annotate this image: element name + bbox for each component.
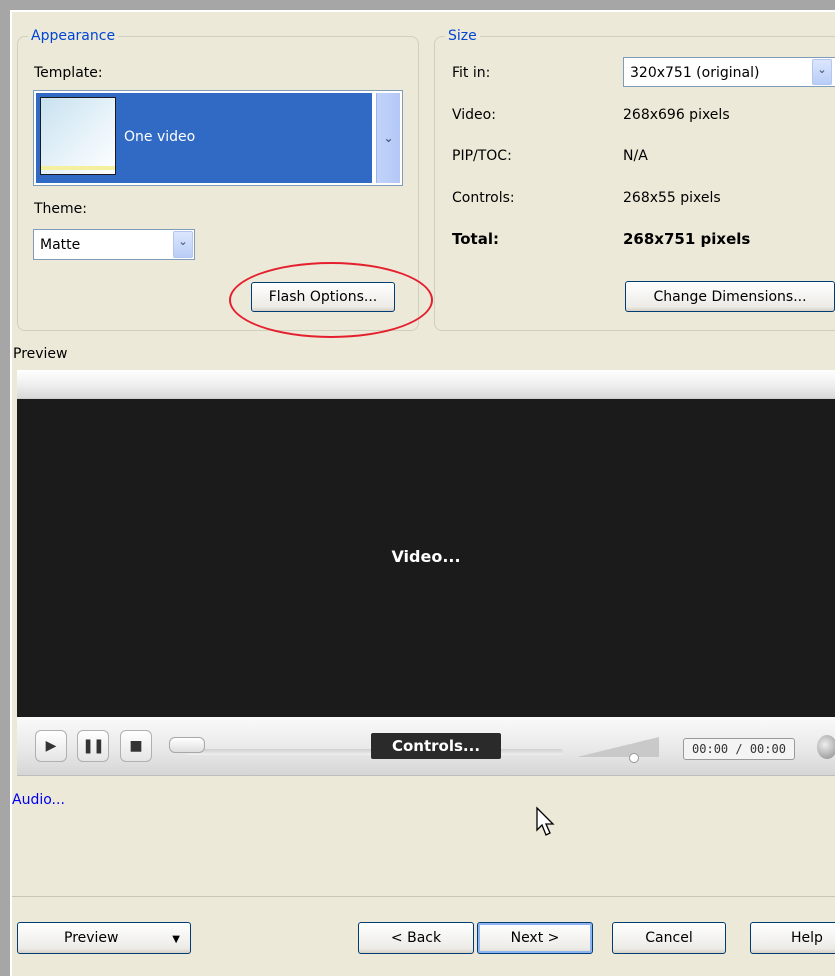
window-frame-left — [0, 0, 10, 976]
video-label: Video: — [452, 107, 496, 123]
chevron-down-icon: ⌄ — [817, 63, 827, 76]
theme-select-value: Matte — [40, 237, 81, 253]
stop-icon: ■ — [129, 738, 143, 754]
pip-toc-value: N/A — [623, 148, 648, 164]
mouse-pointer-icon — [536, 806, 555, 836]
dropdown-arrow-icon: ▼ — [172, 934, 180, 945]
video-value: 268x696 pixels — [623, 107, 730, 123]
cancel-button[interactable]: Cancel — [612, 922, 726, 954]
window-frame-left-highlight — [10, 10, 12, 976]
fit-in-label: Fit in: — [452, 65, 491, 81]
template-selected-item[interactable]: One video — [36, 93, 372, 183]
theme-select[interactable]: Matte ⌄ — [33, 229, 195, 260]
footer-separator — [12, 896, 835, 897]
template-listbox[interactable]: One video ⌄ — [33, 90, 403, 186]
stop-button[interactable]: ■ — [120, 730, 152, 762]
pip-toc-label: PIP/TOC: — [452, 148, 512, 164]
appearance-legend: Appearance — [28, 27, 119, 45]
size-legend: Size — [445, 27, 480, 45]
play-button[interactable]: ▶ — [35, 730, 67, 762]
theme-dropdown-button[interactable]: ⌄ — [173, 231, 193, 258]
controls-label: Controls: — [452, 190, 515, 206]
window-frame-top-highlight — [10, 10, 835, 12]
template-label: Template: — [34, 65, 103, 81]
highlight-annotation-circle — [229, 262, 433, 338]
controls-value: 268x55 pixels — [623, 190, 721, 206]
preview-header-strip — [17, 370, 835, 400]
template-scroll-button[interactable]: ⌄ — [376, 93, 400, 183]
next-button[interactable]: Next > — [477, 922, 593, 954]
template-thumbnail — [40, 97, 116, 175]
controls-placeholder-label: Controls... — [371, 733, 501, 759]
volume-knob[interactable] — [629, 753, 639, 763]
total-label: Total: — [452, 230, 499, 248]
template-selected-label: One video — [124, 129, 196, 145]
preview-button-label: Preview — [64, 930, 119, 946]
back-button[interactable]: < Back — [358, 922, 474, 954]
seek-thumb[interactable] — [169, 737, 205, 753]
theme-label: Theme: — [34, 201, 88, 217]
preview-label: Preview — [13, 346, 68, 362]
volume-slider[interactable] — [577, 737, 659, 757]
video-placeholder-text: Video... — [391, 547, 461, 566]
fit-in-dropdown-button[interactable]: ⌄ — [812, 59, 832, 85]
fit-in-select[interactable]: 320x751 (original) ⌄ — [623, 57, 835, 87]
pause-button[interactable]: ❚❚ — [77, 730, 109, 762]
chevron-down-icon: ⌄ — [383, 131, 394, 145]
pause-icon: ❚❚ — [82, 738, 104, 754]
player-controls-bar: ▶ ❚❚ ■ Controls... 00:00 / 00:00 — [17, 717, 835, 776]
total-value: 268x751 pixels — [623, 230, 751, 248]
volume-icon[interactable] — [817, 735, 835, 759]
play-icon: ▶ — [45, 738, 57, 754]
window-frame-top — [0, 0, 835, 10]
fit-in-select-value: 320x751 (original) — [630, 65, 760, 81]
video-preview-area: Video... — [17, 399, 835, 717]
audio-placeholder-text: Audio... — [12, 792, 65, 808]
time-display: 00:00 / 00:00 — [683, 738, 795, 760]
preview-button[interactable]: Preview ▼ — [17, 922, 191, 954]
change-dimensions-button[interactable]: Change Dimensions... — [625, 281, 835, 312]
chevron-down-icon: ⌄ — [178, 235, 188, 248]
help-button[interactable]: Help — [750, 922, 835, 954]
